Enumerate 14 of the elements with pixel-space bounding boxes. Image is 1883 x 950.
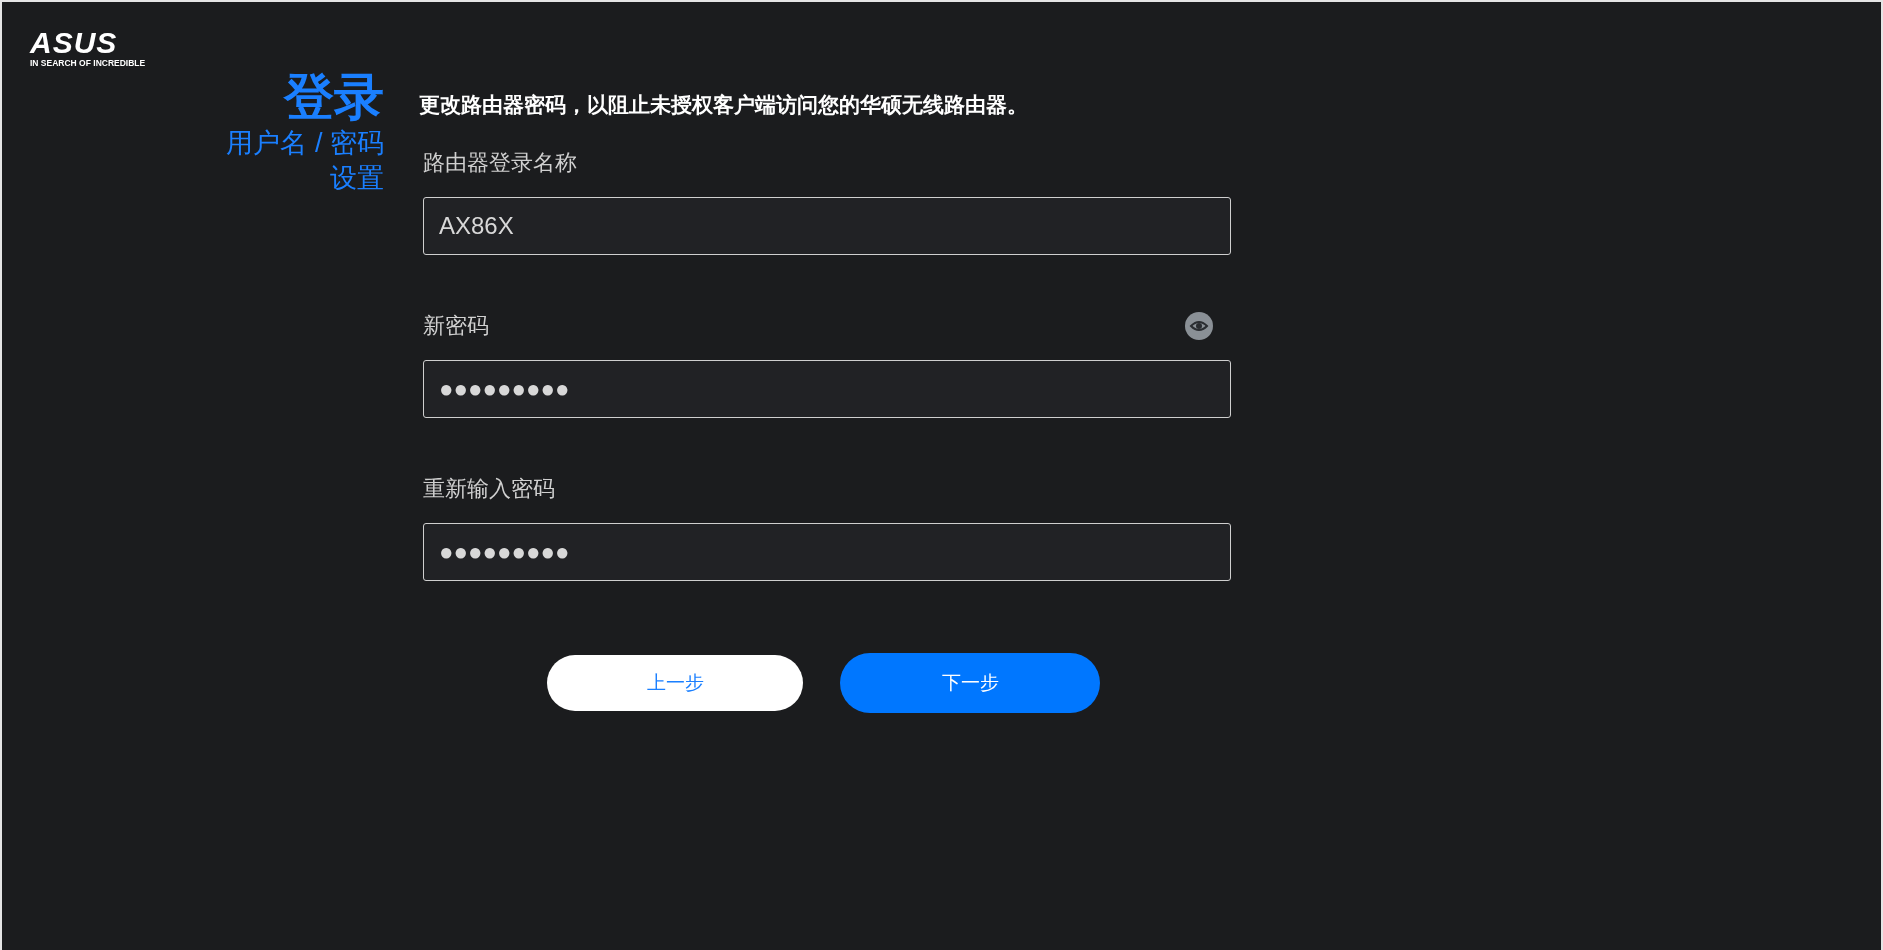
page-subtitle: 用户名 / 密码设置 [225,127,384,195]
logo-tagline: IN SEARCH OF INCREDIBLE [30,58,146,68]
field-label: 路由器登录名称 [423,149,577,177]
page-title: 登录 [284,68,384,126]
field-label: 重新输入密码 [423,475,555,503]
field-label: 新密码 [423,312,489,340]
input-field[interactable]: ●●●●●●●●● [423,523,1231,581]
eye-icon[interactable] [1185,312,1213,340]
input-field[interactable]: ●●●●●●●●● [423,360,1231,418]
input-field[interactable]: AX86X [423,197,1231,255]
next-button[interactable]: 下一步 [840,653,1100,713]
description-text: 更改路由器密码，以阻止未授权客户端访问您的华硕无线路由器。 [419,91,1029,119]
brand-logo: ASUS [30,28,118,58]
back-button[interactable]: 上一步 [547,655,803,711]
